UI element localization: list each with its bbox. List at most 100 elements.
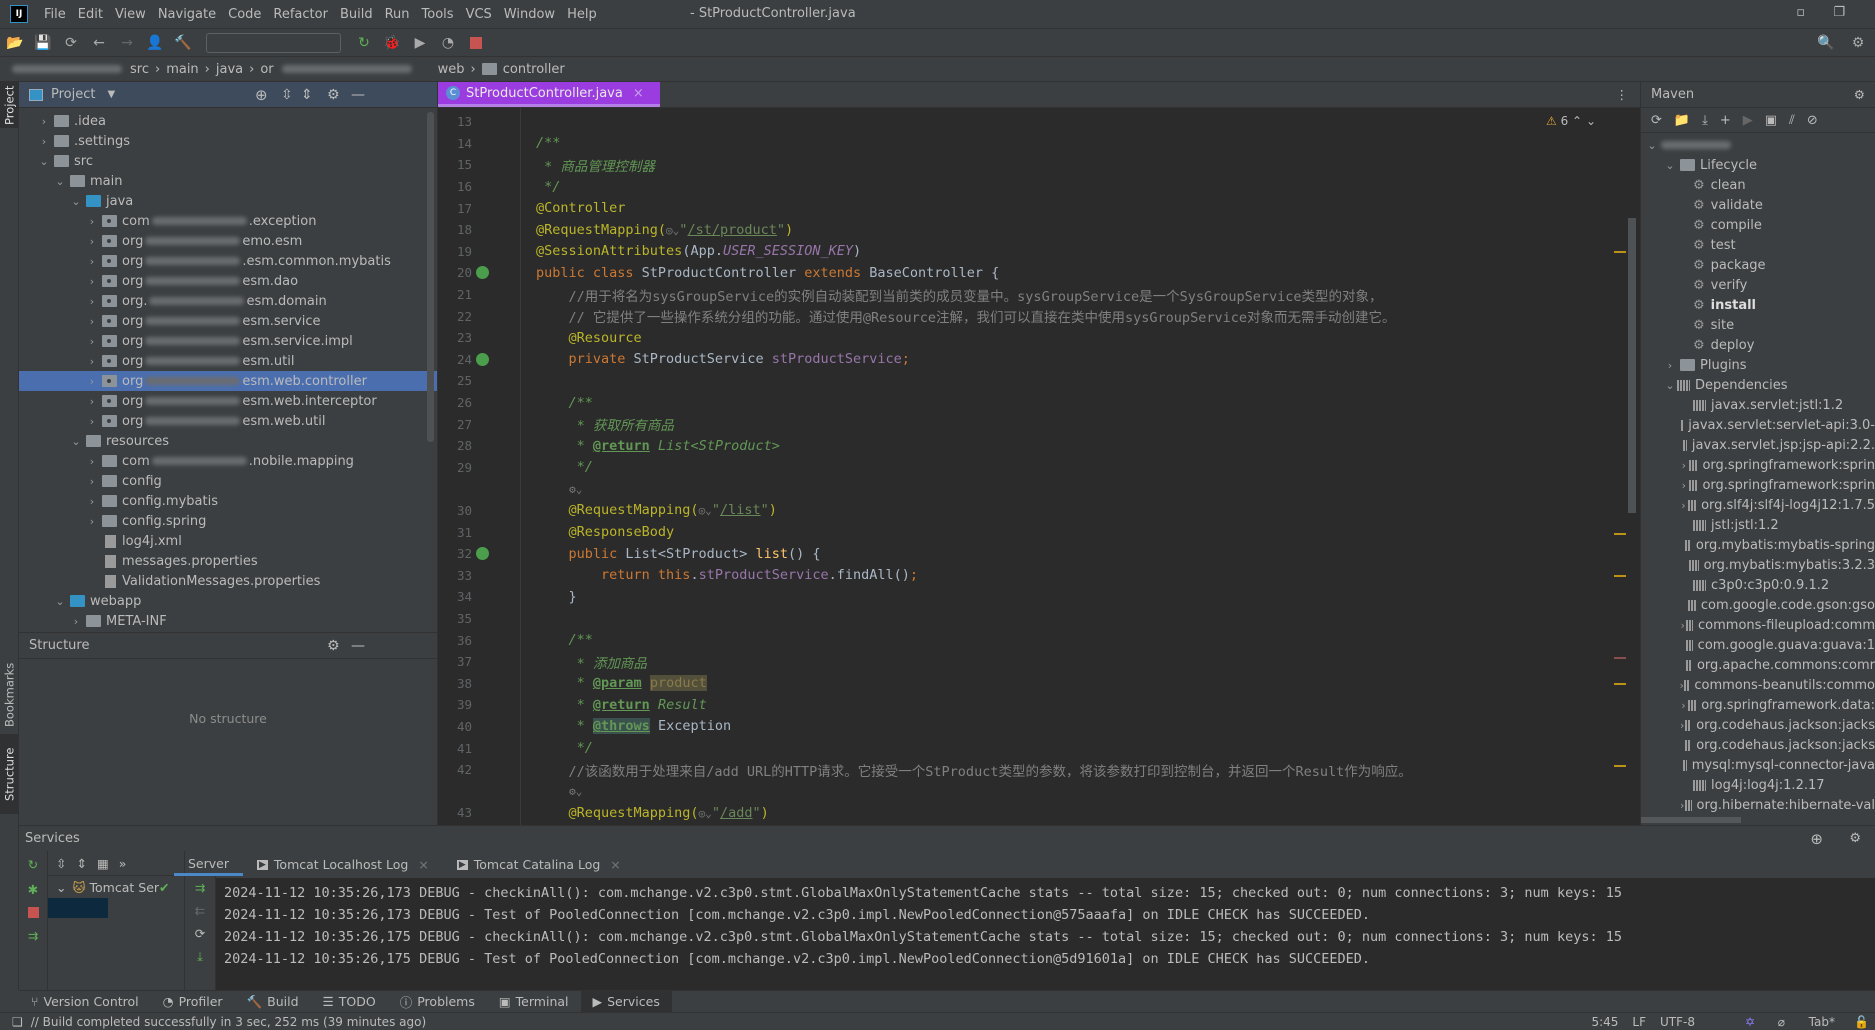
chevron-right-icon[interactable]: ›	[85, 295, 99, 308]
menu-navigate[interactable]: Navigate	[152, 7, 222, 22]
group-icon[interactable]: ▦	[97, 856, 109, 871]
dependency-item[interactable]: › org.hibernate:hibernate-val	[1641, 795, 1875, 815]
log-output[interactable]: 2024-11-12 10:35:26,173 DEBUG - checkinA…	[216, 878, 1875, 990]
status-toggle-icon[interactable]: ❏	[12, 1015, 23, 1029]
chevron-right-icon[interactable]: ›	[37, 115, 51, 128]
tab-tomcat-catalina-log[interactable]: ▶ Tomcat Catalina Log ×	[443, 853, 635, 876]
tree-item[interactable]: › org esm.web.util	[19, 411, 437, 431]
chevron-right-icon[interactable]: ›	[1679, 699, 1688, 712]
menu-help[interactable]: Help	[561, 7, 603, 22]
expand-all-icon[interactable]: ⇳	[56, 856, 66, 871]
lifecycle-goal[interactable]: ⚙ deploy	[1641, 335, 1875, 355]
more-icon[interactable]: »	[119, 856, 127, 871]
tab-stproductcontroller[interactable]: C StProductController.java ×	[438, 82, 660, 107]
chevron-right-icon[interactable]: ›	[1679, 479, 1689, 492]
tool-todo[interactable]: ☰ TODO	[311, 991, 388, 1013]
scroll-to-end-icon[interactable]: ⤓	[197, 949, 203, 965]
chevron-right-icon[interactable]: ›	[85, 315, 99, 328]
dependency-item[interactable]: c3p0:c3p0:0.9.1.2	[1641, 575, 1875, 595]
tree-item[interactable]: › config	[19, 471, 437, 491]
menu-code[interactable]: Code	[222, 7, 267, 22]
indent-setting[interactable]: Tab*	[1809, 1015, 1835, 1029]
scroll-thumb[interactable]	[1628, 218, 1636, 513]
dependency-item[interactable]: mysql:mysql-connector-java	[1641, 755, 1875, 775]
skip-tests-icon[interactable]: ⊘	[1807, 113, 1818, 128]
lifecycle-node[interactable]: ⌄ Lifecycle	[1641, 155, 1875, 175]
tree-item[interactable]: › .idea	[19, 111, 437, 131]
tree-item[interactable]: › org .esm.common.mybatis	[19, 251, 437, 271]
close-tab-icon[interactable]: ×	[633, 86, 644, 101]
reload-icon[interactable]: ⟳	[1651, 113, 1662, 128]
back-icon[interactable]: ←	[90, 34, 108, 52]
tree-item[interactable]: › config.spring	[19, 511, 437, 531]
code-area[interactable]: 13 14/** 15 * 商品管理控制器 16 */17 @Controller 18 @…	[438, 111, 1608, 824]
project-scrollbar[interactable]	[427, 112, 434, 442]
tool-terminal[interactable]: ▣ Terminal	[487, 991, 581, 1013]
locate-icon[interactable]: ⊕	[255, 86, 268, 104]
forward-icon[interactable]: →	[118, 34, 136, 52]
stop-icon[interactable]	[27, 907, 39, 918]
menu-refactor[interactable]: Refactor	[267, 7, 334, 22]
generate-sources-icon[interactable]: 📁	[1674, 113, 1690, 128]
dependency-item[interactable]: jstl:jstl:1.2	[1641, 515, 1875, 535]
gear-icon[interactable]: ⚙	[1849, 831, 1861, 846]
menu-build[interactable]: Build	[334, 7, 379, 22]
tomcat-server-node[interactable]: ⌄ 🐱 Tomcat Ser ✔	[48, 876, 184, 898]
dependency-item[interactable]: javax.servlet.jsp:jsp-api:2.2.	[1641, 435, 1875, 455]
tree-item[interactable]: log4j.xml	[19, 531, 437, 551]
tool-problems[interactable]: ⓘ Problems	[388, 991, 487, 1013]
chevron-right-icon[interactable]: ›	[1663, 359, 1677, 372]
open-folder-icon[interactable]: 📂	[6, 34, 24, 52]
collapse-all-icon[interactable]: ⇕	[301, 87, 313, 103]
chevron-right-icon[interactable]: ›	[85, 275, 99, 288]
tree-item[interactable]: messages.properties	[19, 551, 437, 571]
menu-file[interactable]: File	[38, 7, 72, 22]
breadcrumb-controller[interactable]: controller	[503, 62, 565, 77]
chevron-right-icon[interactable]: ›	[85, 375, 99, 388]
selected-deployment-node[interactable]	[48, 898, 108, 918]
chevron-right-icon[interactable]: ›	[85, 515, 99, 528]
hide-icon[interactable]: —	[351, 87, 365, 103]
lifecycle-goal[interactable]: ⚙ install	[1641, 295, 1875, 315]
chevron-down-icon[interactable]: ⌄	[1663, 379, 1677, 392]
add-icon[interactable]: +	[1720, 113, 1731, 128]
build-hammer-icon[interactable]: 🔨	[174, 34, 192, 52]
menu-tools[interactable]: Tools	[416, 7, 460, 22]
dependency-item[interactable]: org.codehaus.jackson:jacks	[1641, 735, 1875, 755]
dependency-item[interactable]: › org.springframework:sprin	[1641, 475, 1875, 495]
dependency-item[interactable]: › org.codehaus.jackson:jacks	[1641, 715, 1875, 735]
lifecycle-goal[interactable]: ⚙ clean	[1641, 175, 1875, 195]
lifecycle-goal[interactable]: ⚙ package	[1641, 255, 1875, 275]
inspection-widget[interactable]: ⚠ 6 ⌃ ⌄	[1546, 114, 1596, 128]
debug-icon[interactable]: ✱	[28, 882, 38, 897]
undeploy-icon[interactable]: ⇇	[195, 903, 205, 918]
tree-item[interactable]: › org esm.dao	[19, 271, 437, 291]
run-icon[interactable]: ▶	[1743, 113, 1753, 128]
menu-vcs[interactable]: VCS	[460, 7, 498, 22]
coverage-icon[interactable]: ▶	[411, 34, 429, 52]
breadcrumb-src[interactable]: src	[130, 62, 149, 77]
chevron-down-icon[interactable]: ⌄	[53, 595, 67, 608]
chevron-right-icon[interactable]: ›	[85, 415, 99, 428]
editor-scrollbar[interactable]	[1600, 108, 1640, 825]
expand-all-icon[interactable]: ⇳	[281, 87, 293, 103]
caret-position[interactable]: 5:45	[1591, 1015, 1618, 1029]
tab-tomcat-localhost-log[interactable]: ▶ Tomcat Localhost Log ×	[243, 853, 443, 876]
maven-h-scrollbar[interactable]	[1641, 817, 1741, 823]
chevron-down-icon[interactable]: ▼	[107, 89, 115, 100]
tree-item[interactable]: ⌄ src	[19, 151, 437, 171]
lifecycle-goal[interactable]: ⚙ validate	[1641, 195, 1875, 215]
tab-server[interactable]: Server	[174, 853, 243, 876]
dependency-item[interactable]: javax.servlet:jstl:1.2	[1641, 395, 1875, 415]
chevron-right-icon[interactable]: ›	[37, 135, 51, 148]
minimize-button[interactable]: ▫	[1796, 5, 1805, 20]
download-icon[interactable]: ⤓	[1702, 113, 1708, 128]
dependency-item[interactable]: › commons-fileupload:comm	[1641, 615, 1875, 635]
chevron-right-icon[interactable]: ›	[85, 335, 99, 348]
menu-view[interactable]: View	[109, 7, 152, 22]
chevron-down-icon[interactable]: ⌄	[69, 195, 83, 208]
chevron-right-icon[interactable]: ›	[85, 215, 99, 228]
tree-item[interactable]: › org esm.web.interceptor	[19, 391, 437, 411]
chevron-down-icon[interactable]: ⌄	[69, 435, 83, 448]
spring-bean-icon[interactable]	[476, 546, 489, 560]
